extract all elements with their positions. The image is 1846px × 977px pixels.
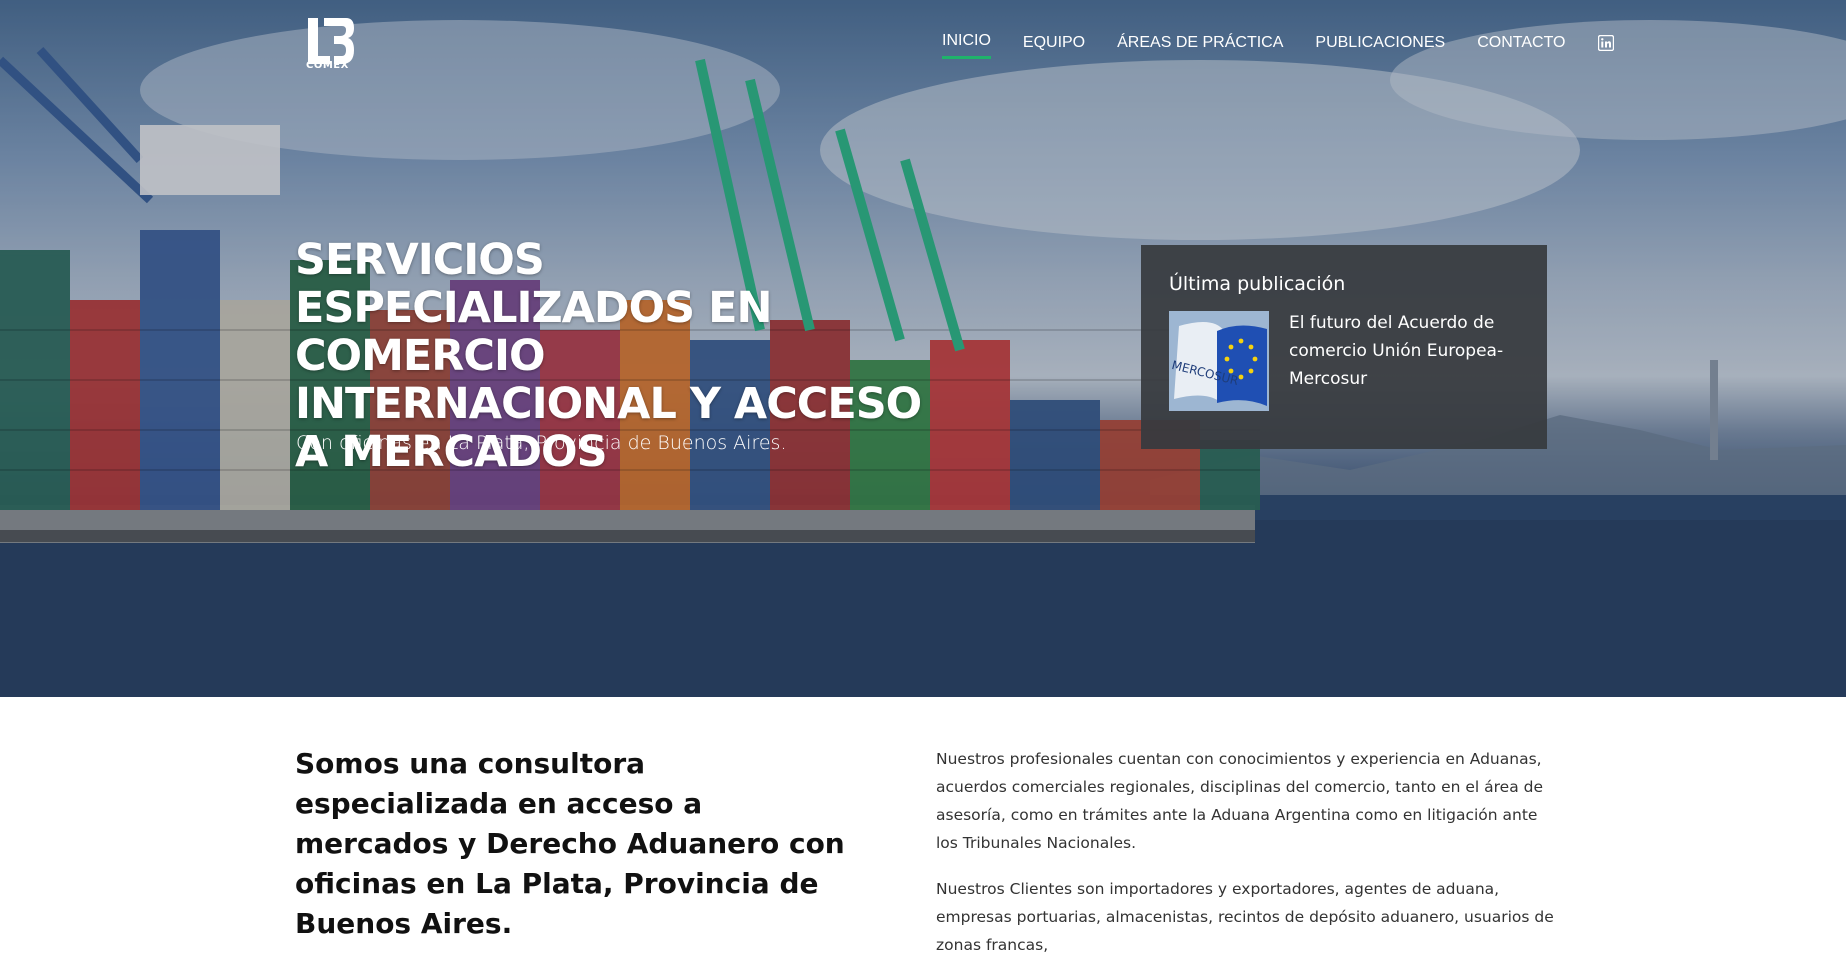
publication-thumbnail[interactable]: MERCOSUR — [1169, 311, 1269, 411]
latest-publication-card: Última publicación MERCOSUR El futuro de… — [1141, 245, 1547, 449]
latest-publication-body: MERCOSUR El futuro del Acuerdo de comerc… — [1169, 311, 1519, 411]
nav-item-publicaciones[interactable]: PUBLICACIONES — [1315, 34, 1445, 58]
latest-publication-link[interactable]: El futuro del Acuerdo de comercio Unión … — [1289, 309, 1519, 411]
linkedin-icon[interactable] — [1597, 34, 1614, 51]
hero-subtitle: Con oficinas en La Plata, Provincia de B… — [296, 432, 787, 454]
intro-heading: Somos una consultora especializada en ac… — [295, 747, 845, 940]
latest-publication-heading: Última publicación — [1169, 273, 1346, 295]
logo-wordmark: COMEX — [306, 60, 349, 71]
nav-item-equipo[interactable]: EQUIPO — [1023, 34, 1085, 58]
intro-text: Nuestros profesionales cuentan con conoc… — [936, 745, 1558, 977]
intro-paragraph-1: Nuestros profesionales cuentan con conoc… — [936, 750, 1544, 852]
nav-item-contacto[interactable]: CONTACTO — [1477, 34, 1565, 58]
hero-section: COMEX INICIO EQUIPO ÁREAS DE PRÁCTICA PU… — [0, 0, 1846, 697]
nav-item-inicio[interactable]: INICIO — [942, 32, 991, 59]
intro-paragraph-2: Nuestros Clientes son importadores y exp… — [936, 880, 1554, 954]
main-navigation: INICIO EQUIPO ÁREAS DE PRÁCTICA PUBLICAC… — [942, 32, 1614, 59]
nav-item-areas-de-practica[interactable]: ÁREAS DE PRÁCTICA — [1117, 34, 1283, 58]
